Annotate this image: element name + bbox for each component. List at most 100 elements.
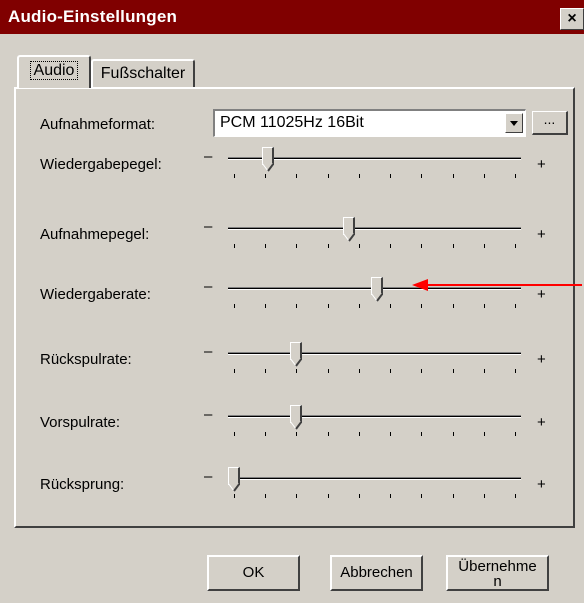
- slider-track[interactable]: [228, 352, 521, 355]
- slider-label: Wiedergabepegel:: [40, 156, 162, 173]
- slider-tick: [358, 304, 360, 308]
- slider-tick: [358, 494, 360, 498]
- slider-tick: [296, 494, 298, 498]
- slider-tick: [483, 304, 485, 308]
- slider-minus-label: –: [204, 278, 213, 295]
- slider-tick: [265, 174, 267, 178]
- close-button[interactable]: ×: [560, 8, 584, 30]
- slider-tick: [265, 494, 267, 498]
- slider-tick: [296, 369, 298, 373]
- slider-tick: [421, 244, 423, 248]
- slider-tick: [327, 304, 329, 308]
- slider-tick: [483, 494, 485, 498]
- slider[interactable]: [228, 217, 521, 254]
- slider-tick: [358, 174, 360, 178]
- slider-tick: [234, 369, 235, 373]
- slider-tick: [390, 369, 392, 373]
- slider-tick: [358, 244, 360, 248]
- slider-track[interactable]: [228, 415, 521, 418]
- slider-tick: [452, 244, 454, 248]
- format-select[interactable]: PCM 11025Hz 16Bit: [213, 109, 526, 137]
- cancel-button[interactable]: Abbrechen: [330, 555, 423, 591]
- slider[interactable]: [228, 405, 521, 442]
- slider-tick: [296, 244, 298, 248]
- slider-tick: [234, 304, 235, 308]
- slider-plus-label: +: [537, 226, 546, 243]
- slider-tick: [265, 244, 267, 248]
- slider-tick: [327, 244, 329, 248]
- slider-label: Rücksprung:: [40, 476, 125, 493]
- slider-thumb[interactable]: [343, 217, 356, 243]
- apply-button[interactable]: Übernehme n: [446, 555, 549, 591]
- slider-tick: [390, 244, 392, 248]
- format-select-value: PCM 11025Hz 16Bit: [220, 114, 364, 131]
- tab-fussschalter[interactable]: Fußschalter: [91, 59, 195, 87]
- slider-tick: [265, 369, 267, 373]
- slider-label: Aufnahmepegel:: [40, 226, 150, 243]
- slider-tick: [296, 432, 298, 436]
- slider-tick: [327, 174, 329, 178]
- slider-tick: [483, 432, 485, 436]
- tab-audio[interactable]: Audio: [17, 55, 91, 88]
- slider-track[interactable]: [228, 477, 521, 480]
- slider-label: Rückspulrate:: [40, 351, 132, 368]
- slider-tick: [421, 369, 423, 373]
- slider-tick: [234, 432, 235, 436]
- tab-audio-label: Audio: [29, 61, 79, 80]
- slider-minus-label: –: [204, 343, 213, 360]
- slider-plus-label: +: [537, 476, 546, 493]
- slider-tick: [296, 174, 298, 178]
- slider-tick: [421, 494, 423, 498]
- slider-tick: [421, 304, 423, 308]
- slider-thumb[interactable]: [261, 147, 274, 173]
- slider-tick: [483, 244, 485, 248]
- slider-tick: [358, 369, 360, 373]
- slider-tick: [515, 244, 516, 248]
- slider-tick: [515, 494, 516, 498]
- title-bar[interactable]: Audio-Einstellungen ×: [0, 0, 584, 34]
- slider-tick: [234, 174, 235, 178]
- slider-thumb[interactable]: [289, 405, 302, 431]
- slider-tick: [296, 304, 298, 308]
- slider-tick: [515, 369, 516, 373]
- format-label: Aufnahmeformat:: [40, 116, 156, 133]
- slider-tick: [515, 174, 516, 178]
- slider-tick: [452, 432, 454, 436]
- slider-minus-label: –: [204, 218, 213, 235]
- slider[interactable]: [228, 467, 521, 504]
- slider-tick: [452, 494, 454, 498]
- window-title: Audio-Einstellungen: [8, 7, 178, 26]
- slider-tick: [327, 432, 329, 436]
- slider-tick: [483, 369, 485, 373]
- slider-tick: [327, 369, 329, 373]
- slider-thumb[interactable]: [289, 342, 302, 368]
- slider-tick: [515, 432, 516, 436]
- slider-plus-label: +: [537, 351, 546, 368]
- slider-tick: [515, 304, 516, 308]
- slider-track[interactable]: [228, 227, 521, 230]
- chevron-down-icon[interactable]: [505, 113, 523, 133]
- slider-tick: [234, 244, 235, 248]
- slider-thumb[interactable]: [228, 467, 240, 493]
- slider-tick: [390, 432, 392, 436]
- ok-button[interactable]: OK: [207, 555, 300, 591]
- slider-label: Vorspulrate:: [40, 414, 121, 431]
- slider-minus-label: –: [204, 468, 213, 485]
- slider-tick: [452, 304, 454, 308]
- slider-tick: [390, 174, 392, 178]
- slider-tick: [390, 494, 392, 498]
- slider-thumb[interactable]: [371, 277, 384, 303]
- audio-settings-dialog: Audio-Einstellungen × Audio Fußschalter …: [0, 0, 584, 603]
- slider-tick: [483, 174, 485, 178]
- slider[interactable]: [228, 342, 521, 379]
- slider-tick: [358, 432, 360, 436]
- slider-tick: [234, 494, 235, 498]
- slider-tick: [265, 304, 267, 308]
- format-more-button[interactable]: ...: [532, 111, 568, 135]
- slider[interactable]: [228, 147, 521, 184]
- slider-tick: [421, 432, 423, 436]
- slider-tick: [265, 432, 267, 436]
- slider-minus-label: –: [204, 148, 213, 165]
- slider-plus-label: +: [537, 414, 546, 431]
- slider-label: Wiedergaberate:: [40, 286, 151, 303]
